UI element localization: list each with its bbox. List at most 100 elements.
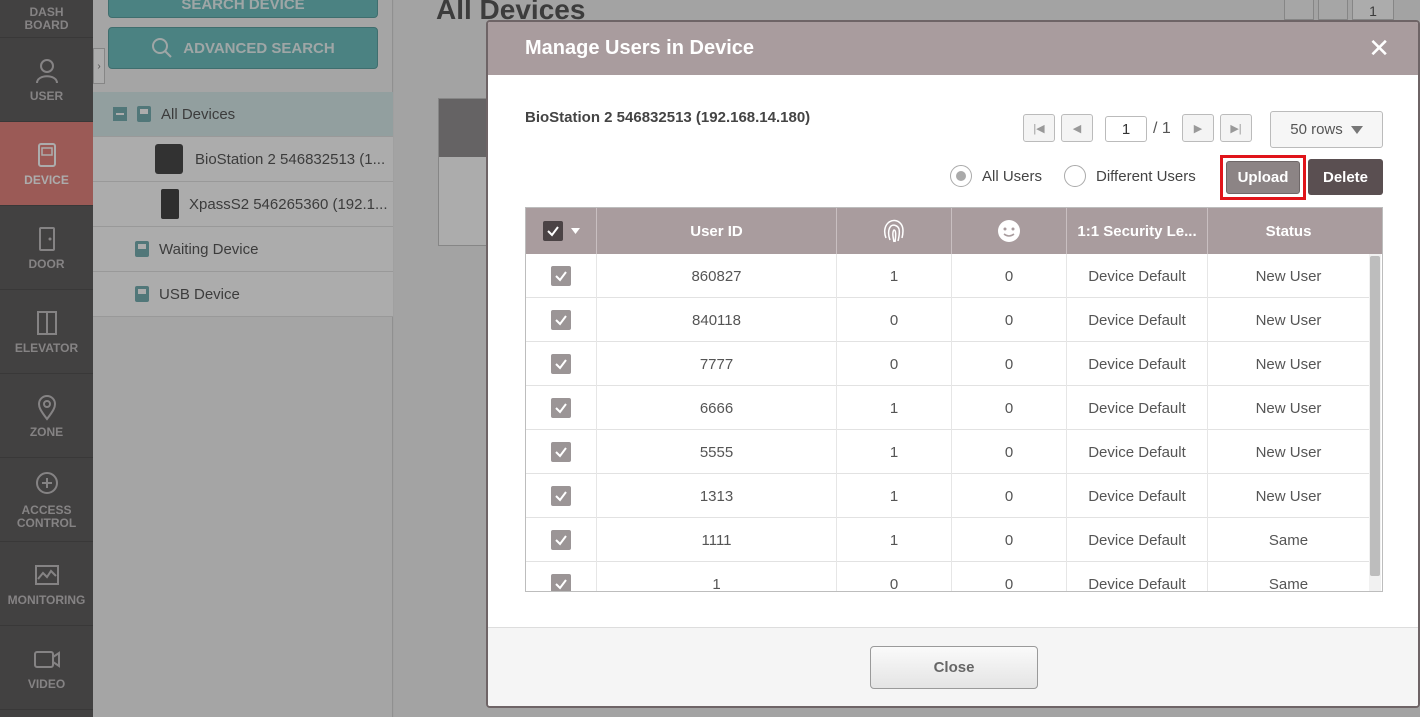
row-checkbox[interactable] bbox=[551, 442, 571, 462]
cell-user-id: 7777 bbox=[597, 342, 837, 386]
table-body: 860827 1 0 Device Default New User 84011… bbox=[526, 254, 1369, 591]
cell-fingerprint: 0 bbox=[837, 298, 952, 342]
row-checkbox-cell[interactable] bbox=[526, 430, 597, 474]
upload-highlight: Upload bbox=[1220, 155, 1306, 200]
dialog-header: Manage Users in Device ✕ bbox=[488, 22, 1418, 75]
scrollbar-thumb[interactable] bbox=[1370, 256, 1380, 576]
first-page-button[interactable]: |◀ bbox=[1023, 114, 1055, 142]
upload-button[interactable]: Upload bbox=[1226, 161, 1300, 194]
row-checkbox[interactable] bbox=[551, 354, 571, 374]
check-icon bbox=[555, 359, 567, 370]
radio-different-users-indicator[interactable] bbox=[1064, 165, 1086, 187]
cell-fingerprint: 1 bbox=[837, 518, 952, 562]
row-checkbox[interactable] bbox=[551, 310, 571, 330]
table-row[interactable]: 860827 1 0 Device Default New User bbox=[526, 254, 1369, 298]
dialog-title: Manage Users in Device bbox=[525, 37, 754, 59]
table-scrollbar[interactable] bbox=[1369, 254, 1381, 591]
cell-face: 0 bbox=[952, 298, 1067, 342]
cell-face: 0 bbox=[952, 430, 1067, 474]
check-icon bbox=[546, 226, 559, 237]
cell-security: Device Default bbox=[1067, 254, 1208, 298]
row-checkbox-cell[interactable] bbox=[526, 474, 597, 518]
check-icon bbox=[555, 271, 567, 282]
col-security-level[interactable]: 1:1 Security Le... bbox=[1067, 208, 1208, 254]
table-row[interactable]: 1 0 0 Device Default Same bbox=[526, 562, 1369, 591]
select-all-checkbox[interactable] bbox=[542, 221, 563, 241]
page-number-input[interactable] bbox=[1105, 116, 1147, 142]
cell-security: Device Default bbox=[1067, 298, 1208, 342]
row-checkbox[interactable] bbox=[551, 486, 571, 506]
col-fingerprint[interactable] bbox=[837, 208, 952, 254]
table-row[interactable]: 6666 1 0 Device Default New User bbox=[526, 386, 1369, 430]
cell-security: Device Default bbox=[1067, 386, 1208, 430]
check-icon bbox=[555, 315, 567, 326]
cell-security: Device Default bbox=[1067, 430, 1208, 474]
cell-fingerprint: 1 bbox=[837, 386, 952, 430]
select-all-header[interactable] bbox=[526, 208, 597, 254]
row-checkbox-cell[interactable] bbox=[526, 298, 597, 342]
cell-face: 0 bbox=[952, 474, 1067, 518]
prev-page-button[interactable]: ◀ bbox=[1061, 114, 1093, 142]
last-page-button[interactable]: ▶| bbox=[1220, 114, 1252, 142]
row-checkbox-cell[interactable] bbox=[526, 254, 597, 298]
row-checkbox-cell[interactable] bbox=[526, 518, 597, 562]
cell-status: New User bbox=[1255, 443, 1322, 461]
cell-face: 0 bbox=[952, 342, 1067, 386]
rows-per-page-value: 50 rows bbox=[1290, 121, 1343, 138]
delete-button[interactable]: Delete bbox=[1308, 159, 1383, 195]
row-checkbox-cell[interactable] bbox=[526, 562, 597, 591]
table-row[interactable]: 840118 0 0 Device Default New User bbox=[526, 298, 1369, 342]
table-row[interactable]: 7777 0 0 Device Default New User bbox=[526, 342, 1369, 386]
radio-different-users[interactable]: Different Users bbox=[1064, 165, 1196, 187]
col-user-id[interactable]: User ID bbox=[597, 208, 837, 254]
table-row[interactable]: 1313 1 0 Device Default New User bbox=[526, 474, 1369, 518]
check-icon bbox=[555, 403, 567, 414]
row-checkbox-cell[interactable] bbox=[526, 386, 597, 430]
cell-security: Device Default bbox=[1067, 562, 1208, 591]
close-icon[interactable]: ✕ bbox=[1368, 35, 1390, 61]
row-checkbox[interactable] bbox=[551, 574, 571, 591]
close-button[interactable]: Close bbox=[870, 646, 1038, 689]
check-icon bbox=[555, 491, 567, 502]
table-row[interactable]: 5555 1 0 Device Default New User bbox=[526, 430, 1369, 474]
cell-status: New User bbox=[1255, 355, 1322, 373]
cell-status: New User bbox=[1255, 487, 1322, 505]
table-header: User ID 1:1 Security Le... Status bbox=[526, 208, 1382, 254]
radio-all-users-label: All Users bbox=[982, 167, 1043, 185]
caret-down-icon[interactable] bbox=[570, 228, 580, 234]
cell-fingerprint: 0 bbox=[837, 342, 952, 386]
device-name: BioStation 2 546832513 (192.168.14.180) bbox=[525, 109, 811, 126]
cell-face: 0 bbox=[952, 562, 1067, 591]
cell-security: Device Default bbox=[1067, 342, 1208, 386]
table-row[interactable]: 1111 1 0 Device Default Same bbox=[526, 518, 1369, 562]
cell-status: New User bbox=[1255, 311, 1322, 329]
chevron-down-icon bbox=[1350, 125, 1363, 134]
cell-face: 0 bbox=[952, 386, 1067, 430]
radio-all-users-indicator[interactable] bbox=[950, 165, 972, 187]
radio-all-users[interactable]: All Users bbox=[950, 165, 1042, 187]
cell-user-id: 6666 bbox=[597, 386, 837, 430]
rows-per-page-select[interactable]: 50 rows bbox=[1270, 111, 1383, 148]
next-page-button[interactable]: ▶ bbox=[1182, 114, 1214, 142]
col-face[interactable] bbox=[952, 208, 1067, 254]
cell-status: New User bbox=[1255, 399, 1322, 417]
radio-different-users-label: Different Users bbox=[1096, 167, 1196, 185]
cell-user-id: 1111 bbox=[597, 518, 837, 562]
last-page-icon: ▶| bbox=[1230, 122, 1242, 135]
row-checkbox[interactable] bbox=[551, 398, 571, 418]
manage-users-dialog: Manage Users in Device ✕ BioStation 2 54… bbox=[486, 20, 1420, 708]
cell-user-id: 1313 bbox=[597, 474, 837, 518]
cell-user-id: 1 bbox=[597, 562, 837, 591]
row-checkbox-cell[interactable] bbox=[526, 342, 597, 386]
first-page-icon: |◀ bbox=[1033, 122, 1045, 135]
cell-face: 0 bbox=[952, 254, 1067, 298]
cell-user-id: 5555 bbox=[597, 430, 837, 474]
users-table: User ID 1:1 Security Le... Status 860827… bbox=[525, 207, 1383, 592]
cell-fingerprint: 1 bbox=[837, 254, 952, 298]
cell-face: 0 bbox=[952, 518, 1067, 562]
col-status[interactable]: Status bbox=[1208, 208, 1382, 254]
check-icon bbox=[555, 535, 567, 546]
cell-status: Same bbox=[1268, 531, 1309, 549]
row-checkbox[interactable] bbox=[551, 266, 571, 286]
row-checkbox[interactable] bbox=[551, 530, 571, 550]
